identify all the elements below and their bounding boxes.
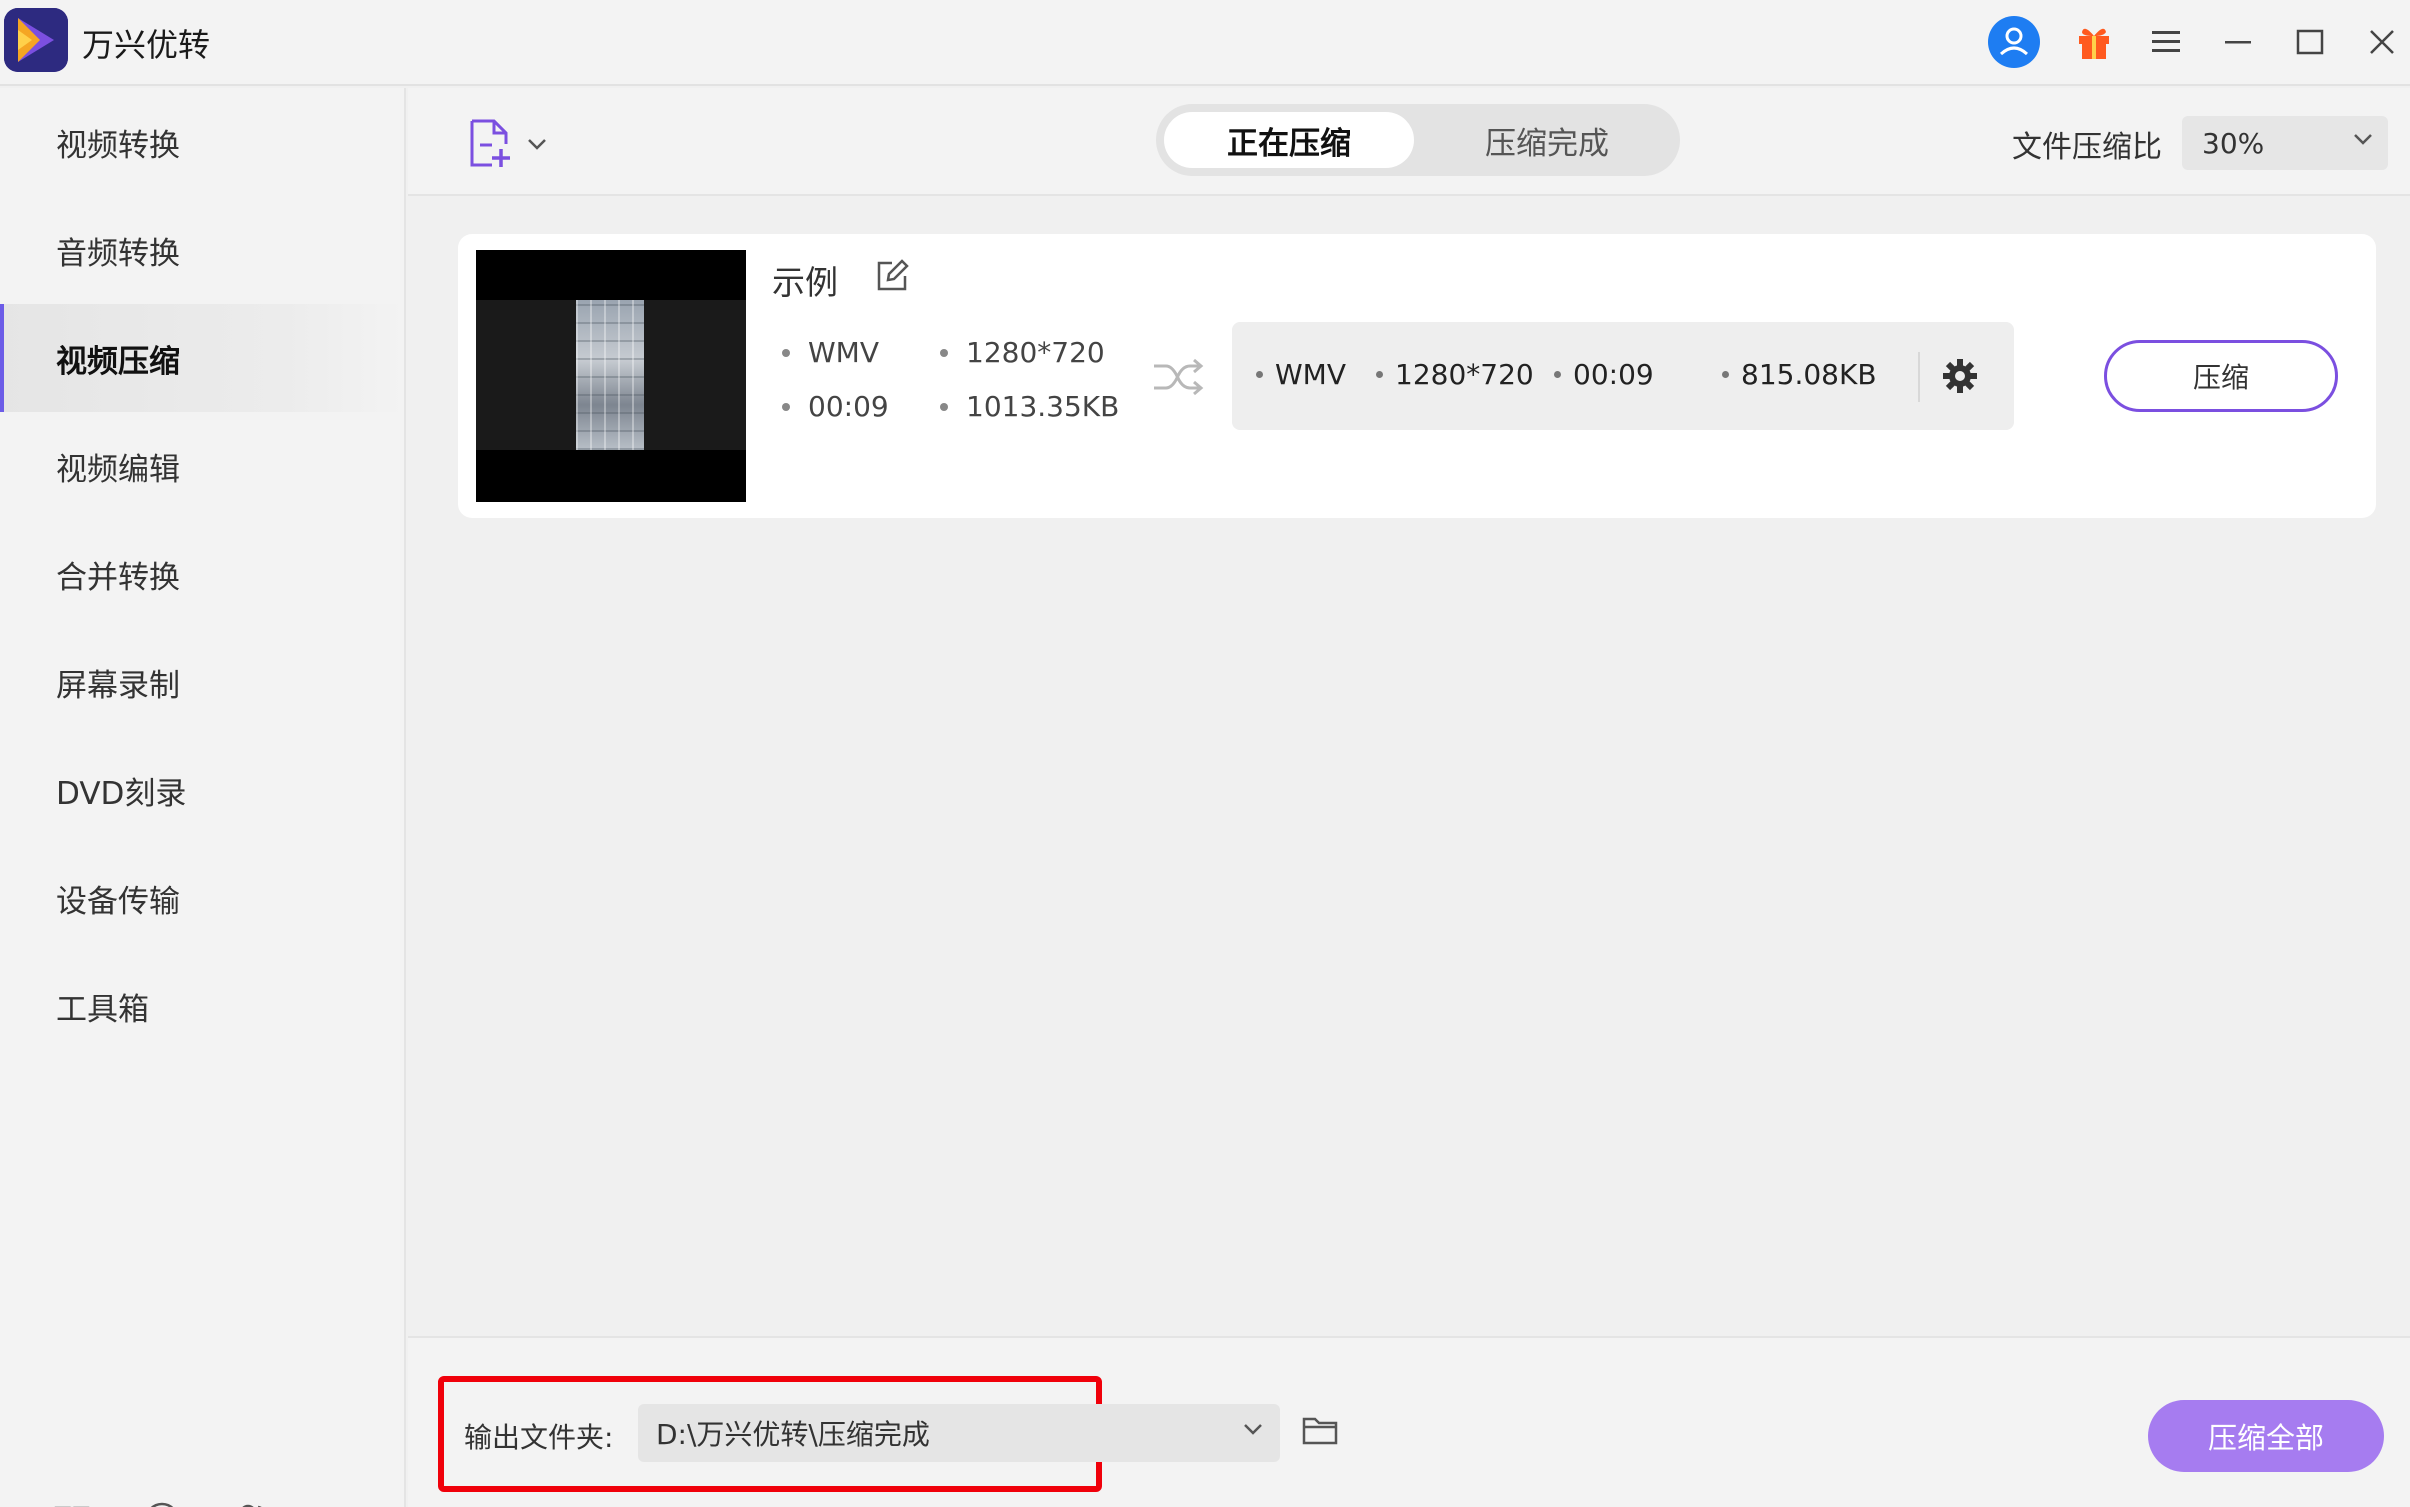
sidebar-item-device-transfer[interactable]: 设备传输	[0, 844, 404, 952]
output-resolution: 1280*720	[1376, 358, 1534, 391]
chevron-down-icon	[1244, 1424, 1262, 1435]
chevron-down-icon	[2354, 134, 2372, 145]
compression-ratio-value: 30%	[2202, 126, 2265, 160]
compress-button[interactable]: 压缩	[2104, 340, 2338, 412]
add-file-button[interactable]	[468, 116, 558, 172]
maximize-icon[interactable]	[2282, 14, 2338, 70]
output-folder-select[interactable]: D:\万兴优转\压缩完成	[638, 1404, 1280, 1462]
source-resolution: 1280*720	[940, 336, 1105, 369]
user-avatar-icon[interactable]	[1986, 14, 2042, 70]
sidebar-item-video-convert[interactable]: 视频转换	[0, 88, 404, 196]
status-tabs: 正在压缩 压缩完成	[1156, 104, 1680, 176]
output-duration: 00:09	[1554, 358, 1654, 391]
users-icon[interactable]	[228, 1496, 276, 1507]
file-name: 示例	[772, 263, 838, 302]
output-folder-path: D:\万兴优转\压缩完成	[656, 1418, 930, 1451]
sidebar-item-video-edit[interactable]: 视频编辑	[0, 412, 404, 520]
gear-icon[interactable]	[1940, 356, 1980, 396]
gift-icon[interactable]	[2066, 14, 2122, 70]
close-icon[interactable]	[2354, 14, 2410, 70]
compression-ratio-label: 文件压缩比	[2012, 130, 2162, 165]
open-folder-icon[interactable]	[1300, 1412, 1340, 1452]
output-folder-label: 输出文件夹:	[464, 1421, 614, 1454]
source-duration: 00:09	[782, 390, 889, 423]
title-bar: 万兴优转	[0, 0, 2410, 86]
add-file-icon	[470, 119, 510, 167]
compress-all-button[interactable]: 压缩全部	[2148, 1400, 2384, 1472]
source-size: 1013.35KB	[940, 390, 1119, 423]
tab-completed[interactable]: 压缩完成	[1422, 112, 1672, 168]
chevron-down-icon	[528, 139, 546, 150]
sidebar-item-merge-convert[interactable]: 合并转换	[0, 520, 404, 628]
sidebar-item-audio-convert[interactable]: 音频转换	[0, 196, 404, 304]
minimize-icon[interactable]	[2210, 14, 2266, 70]
tab-compressing[interactable]: 正在压缩	[1164, 112, 1414, 168]
sidebar-item-dvd-burn[interactable]: DVD刻录	[0, 736, 404, 844]
sidebar-item-toolbox[interactable]: 工具箱	[0, 952, 404, 1060]
sidebar-item-screen-record[interactable]: 屏幕录制	[0, 628, 404, 736]
sidebar-item-video-compress[interactable]: 视频压缩	[0, 304, 404, 412]
shuffle-icon	[1150, 352, 1206, 402]
source-format: WMV	[782, 336, 879, 369]
output-size: 815.08KB	[1722, 358, 1877, 391]
output-settings-box[interactable]: WMV 1280*720 00:09 815.08KB	[1232, 322, 2014, 430]
help-icon[interactable]	[138, 1496, 186, 1507]
video-thumbnail[interactable]	[476, 250, 746, 502]
bottom-bar: 输出文件夹: D:\万兴优转\压缩完成 压缩全部	[408, 1336, 2410, 1507]
edit-icon[interactable]	[872, 256, 912, 296]
file-card: 示例 WMV 1280*720 00:09 1013.35KB WMV 1280…	[458, 234, 2376, 518]
menu-icon[interactable]	[2138, 14, 2194, 70]
app-logo-icon	[4, 8, 68, 72]
book-icon[interactable]	[48, 1496, 96, 1507]
app-title: 万兴优转	[82, 26, 211, 64]
sidebar: 视频转换 音频转换 视频压缩 视频编辑 合并转换 屏幕录制 DVD刻录 设备传输…	[0, 88, 406, 1507]
output-format: WMV	[1256, 358, 1346, 391]
toolbar: 正在压缩 压缩完成 文件压缩比 30%	[408, 88, 2410, 196]
compression-ratio-select[interactable]: 30%	[2182, 116, 2388, 170]
